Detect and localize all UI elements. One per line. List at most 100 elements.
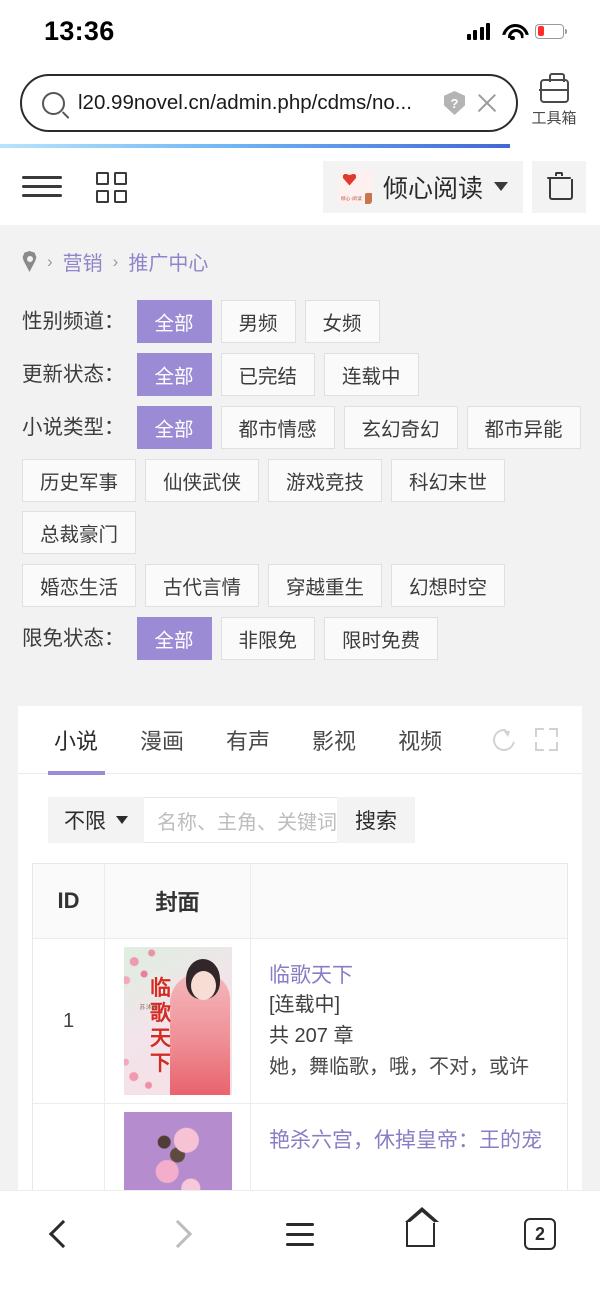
filter-row-update-status: 更新状态： 全部 已完结 连载中 <box>22 353 582 396</box>
tab-comic[interactable]: 漫画 <box>119 706 205 773</box>
browser-bottom-nav: 2 <box>0 1190 600 1299</box>
book-description: 她，舞临歌，哦，不对，或许 <box>269 1056 529 1078</box>
filter-type-option-9[interactable]: 婚恋生活 <box>22 564 137 607</box>
table-cell-info: 临歌天下 [连载中] 共 207 章 她，舞临歌，哦，不对，或许 <box>251 939 567 1103</box>
breadcrumb-item-1[interactable]: 推广中心 <box>128 247 208 276</box>
tab-audio[interactable]: 有声 <box>205 706 291 773</box>
filter-type-option-12[interactable]: 幻想时空 <box>391 564 506 607</box>
tab-switcher-button[interactable]: 2 <box>503 1209 577 1259</box>
filter-free-option-2[interactable]: 限时免费 <box>324 617 439 660</box>
table-header-cover: 封面 <box>105 864 251 938</box>
row-id-value: 1 <box>62 1009 75 1032</box>
toolbox-label: 工具箱 <box>531 109 577 127</box>
fullscreen-expand-icon[interactable] <box>535 728 558 751</box>
filter-type-option-4[interactable]: 历史军事 <box>22 459 137 502</box>
wifi-icon <box>501 23 524 40</box>
site-selector-button[interactable]: 倾心·阅读 倾心阅读 <box>322 160 523 213</box>
forward-button[interactable] <box>143 1209 217 1259</box>
filter-row-gender: 性别频道： 全部 男频 女频 <box>22 300 582 343</box>
filter-free-option-1[interactable]: 非限免 <box>220 617 316 660</box>
breadcrumb: › 营销 › 推广中心 <box>0 225 600 296</box>
filter-type-option-5[interactable]: 仙侠武侠 <box>145 459 260 502</box>
filter-row-novel-type-extra-1: 历史军事 仙侠武侠 游戏竞技 科幻末世 总裁豪门 <box>22 459 582 554</box>
table-cell-cover: 临歌天下 苏沐晴 <box>105 939 251 1103</box>
filter-gender-option-0[interactable]: 全部 <box>136 300 212 343</box>
filter-gender-option-1[interactable]: 男频 <box>220 300 296 343</box>
search-button[interactable]: 搜索 <box>337 797 415 843</box>
filter-panel: 性别频道： 全部 男频 女频 更新状态： 全部 已完结 连载中 小说类型： 全部… <box>0 296 600 692</box>
filter-type-option-1[interactable]: 都市情感 <box>220 406 335 449</box>
filter-label-free-status: 限免状态： <box>22 627 125 650</box>
qingxin-reading-logo: 倾心·阅读 <box>337 169 372 204</box>
back-button[interactable] <box>23 1209 97 1259</box>
book-title-link[interactable]: 临歌天下 <box>269 961 529 990</box>
filter-update-option-1[interactable]: 已完结 <box>220 353 316 396</box>
filter-type-option-7[interactable]: 科幻末世 <box>391 459 506 502</box>
content-card: 小说 漫画 有声 影视 视频 不限 名称、主角、关键词 搜索 ID 封面 1 临… <box>18 706 582 1269</box>
tab-video[interactable]: 视频 <box>377 706 463 773</box>
cover-author-text: 苏沐晴 <box>139 1005 160 1011</box>
battery-low-icon <box>535 23 568 39</box>
search-row: 不限 名称、主角、关键词 搜索 <box>18 774 582 863</box>
filter-row-novel-type-extra-2: 婚恋生活 古代言情 穿越重生 幻想时空 <box>22 564 582 607</box>
filter-type-option-0[interactable]: 全部 <box>136 406 212 449</box>
search-input[interactable]: 名称、主角、关键词 <box>144 797 337 843</box>
table-header-id: ID <box>33 864 105 938</box>
breadcrumb-separator-1: › <box>112 251 119 271</box>
home-icon <box>404 1206 439 1247</box>
page-body: › 营销 › 推广中心 性别频道： 全部 男频 女频 更新状态： 全部 已完结 … <box>0 225 600 1275</box>
status-bar: 13:36 <box>0 0 600 62</box>
content-tabs: 小说 漫画 有声 影视 视频 <box>18 706 582 775</box>
book-status: [连载中] <box>269 994 341 1016</box>
breadcrumb-item-0[interactable]: 营销 <box>63 247 103 276</box>
trash-icon <box>547 172 573 200</box>
browser-menu-button[interactable] <box>263 1209 337 1259</box>
book-title-link[interactable]: 艳杀六宫，休掉皇帝：王的宠 <box>269 1126 542 1155</box>
cover-title-text: 临歌天下 <box>150 975 171 1075</box>
chevron-down-icon <box>116 816 128 824</box>
filter-free-option-0[interactable]: 全部 <box>136 617 212 660</box>
location-pin-icon <box>22 251 37 272</box>
table-cell-id: 1 <box>33 939 105 1103</box>
close-icon[interactable] <box>474 90 500 116</box>
filter-type-option-6[interactable]: 游戏竞技 <box>268 459 383 502</box>
breadcrumb-separator-0: › <box>47 251 53 271</box>
tab-novel[interactable]: 小说 <box>34 706 119 775</box>
filter-type-option-3[interactable]: 都市异能 <box>466 406 581 449</box>
filter-type-option-10[interactable]: 古代言情 <box>145 564 260 607</box>
trash-button[interactable] <box>532 160 586 213</box>
tab-count-badge: 2 <box>524 1218 556 1250</box>
lin-ge-tian-xia-cover[interactable]: 临歌天下 苏沐晴 <box>123 947 232 1095</box>
table-header-info <box>251 864 567 938</box>
shield-question-icon[interactable]: ? <box>444 91 465 115</box>
filter-type-option-8[interactable]: 总裁豪门 <box>22 511 137 554</box>
filter-type-option-11[interactable]: 穿越重生 <box>268 564 383 607</box>
status-bar-indicators <box>466 22 568 40</box>
briefcase-icon <box>539 72 569 103</box>
filter-label-gender: 性别频道： <box>22 310 125 333</box>
filter-type-option-2[interactable]: 玄幻奇幻 <box>343 406 458 449</box>
filter-update-option-0[interactable]: 全部 <box>136 353 212 396</box>
tab-actions <box>488 724 566 755</box>
site-name-label: 倾心阅读 <box>382 174 483 203</box>
search-scope-select[interactable]: 不限 <box>48 797 144 843</box>
refresh-icon[interactable] <box>488 724 520 755</box>
table-row[interactable]: 1 临歌天下 苏沐晴 临歌天下 [连载中] 共 207 章 她，舞临歌，哦，不对… <box>33 939 567 1104</box>
toolbox-button[interactable]: 工具箱 <box>518 72 590 128</box>
search-icon <box>42 91 65 115</box>
forward-chevron-icon <box>163 1219 192 1249</box>
cellular-signal-icon <box>466 22 490 40</box>
status-bar-clock: 13:36 <box>44 15 115 46</box>
back-chevron-icon <box>48 1219 77 1249</box>
hamburger-menu-icon[interactable] <box>22 176 62 197</box>
filter-update-option-2[interactable]: 连载中 <box>324 353 419 396</box>
table-header-row: ID 封面 <box>33 864 567 939</box>
url-input[interactable]: l20.99novel.cn/admin.php/cdms/no... ? <box>20 74 518 132</box>
search-scope-value: 不限 <box>64 810 106 833</box>
chevron-down-icon <box>494 182 508 191</box>
site-logo-text: 倾心·阅读 <box>340 195 362 201</box>
tab-film[interactable]: 影视 <box>291 706 377 773</box>
filter-gender-option-2[interactable]: 女频 <box>304 300 380 343</box>
grid-apps-icon[interactable] <box>96 171 134 203</box>
home-button[interactable] <box>383 1206 457 1259</box>
